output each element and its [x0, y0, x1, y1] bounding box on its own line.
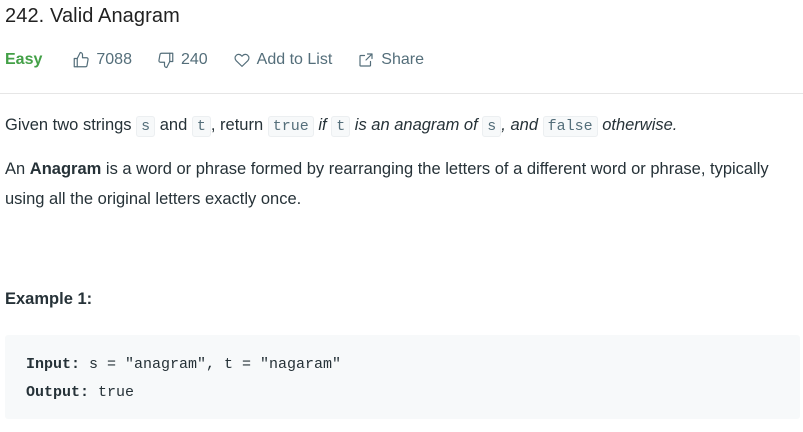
text-segment: is a word or phrase formed by rearrangin… [5, 160, 769, 208]
header-divider [0, 93, 803, 94]
input-value: s = "anagram", t = "nagaram" [80, 356, 342, 373]
inline-code-false: false [542, 116, 598, 137]
description-paragraph-2: An Anagram is a word or phrase formed by… [5, 154, 795, 214]
thumbs-down-icon [158, 52, 174, 69]
dislike-button[interactable]: 240 [157, 51, 208, 69]
example-input-line: Input: s = "anagram", t = "nagaram" [26, 351, 800, 379]
italic-segment: , and [501, 116, 543, 134]
example-1-title: Example 1: [5, 290, 93, 308]
dislike-count: 240 [180, 51, 208, 68]
heart-icon [234, 53, 250, 67]
thumbs-up-icon [74, 51, 90, 68]
bold-term: Anagram [29, 160, 102, 178]
input-label: Input: [26, 356, 81, 373]
example-1-block: Input: s = "anagram", t = "nagaram" Outp… [5, 335, 800, 419]
problem-description: Given two strings s and t, return true i… [5, 110, 795, 226]
output-label: Output: [26, 384, 90, 401]
output-value: true [89, 384, 135, 401]
italic-segment: otherwise. [597, 116, 678, 134]
inline-code-t: t [191, 116, 211, 137]
add-to-list-label: Add to List [256, 51, 333, 68]
inline-code-t: t [331, 116, 351, 137]
like-button[interactable]: 7088 [72, 51, 132, 69]
text-segment: and [155, 116, 192, 134]
problem-title: 242. Valid Anagram [5, 5, 180, 27]
inline-code-true: true [267, 116, 314, 137]
share-button[interactable]: Share [357, 51, 424, 69]
share-label: Share [381, 51, 424, 68]
inline-code-s: s [482, 116, 502, 137]
inline-code-s: s [136, 116, 156, 137]
add-to-list-button[interactable]: Add to List [233, 51, 333, 69]
text-segment: Given two strings [5, 116, 137, 134]
share-icon [359, 53, 373, 67]
description-paragraph-1: Given two strings s and t, return true i… [5, 110, 795, 142]
italic-segment: is an anagram of [350, 116, 483, 134]
text-segment: , return [210, 116, 268, 134]
difficulty-badge: Easy [5, 51, 43, 68]
text-segment: An [5, 160, 30, 178]
like-count: 7088 [96, 51, 132, 68]
example-output-line: Output: true [26, 379, 800, 407]
italic-segment: if [318, 116, 332, 134]
problem-meta-bar: Easy 7088 240 Add to List Share [5, 48, 449, 72]
